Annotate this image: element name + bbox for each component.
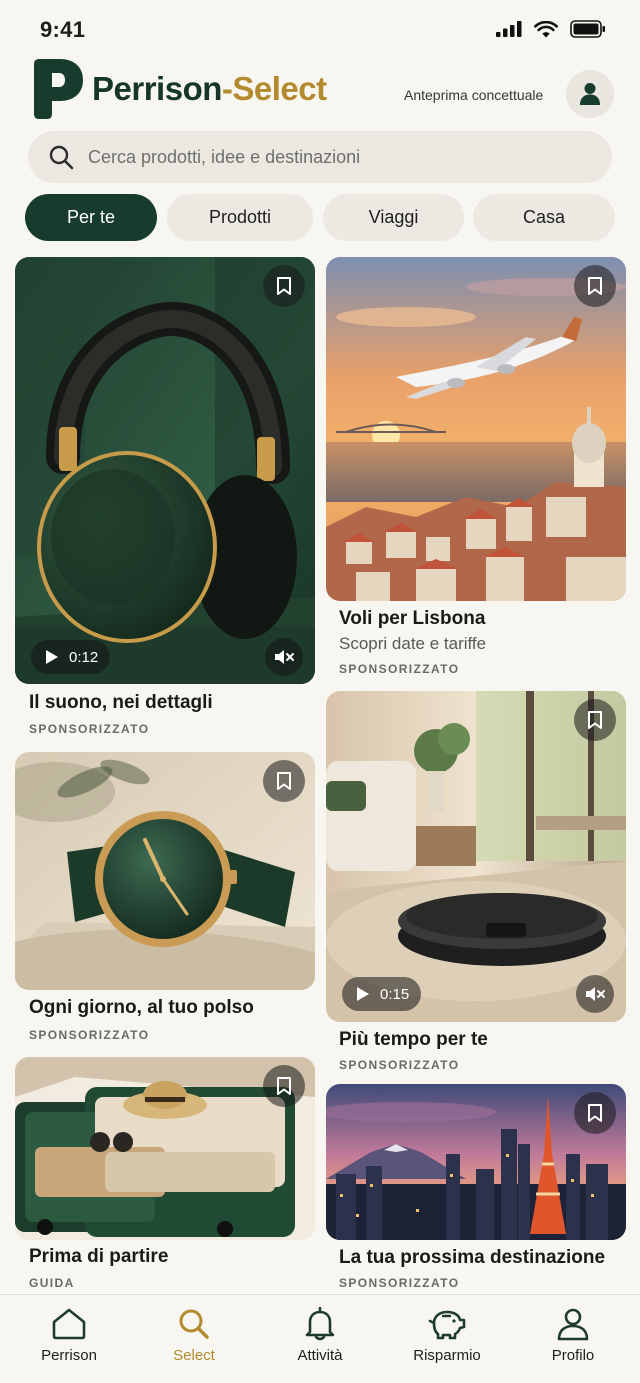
airplane-lisbon-image [326,257,626,601]
card-meta: GUIDA [29,1276,75,1290]
card-meta: SPONSORIZZATO [29,1028,150,1042]
video-duration: 0:15 [380,985,410,1003]
brand-suffix: -Select [221,70,327,107]
card-image-lisbon[interactable] [326,257,626,601]
search-bar[interactable] [28,131,612,183]
muted-speaker-icon [586,987,605,1001]
play-video-button[interactable]: 0:12 [31,640,111,674]
mute-button[interactable] [576,975,614,1013]
user-icon [580,83,600,105]
tab-per-te[interactable]: Per te [25,194,157,241]
status-time: 9:41 [40,17,86,42]
signal-icon [496,21,522,37]
nav-label: Select [173,1347,215,1364]
nav-item-attivita[interactable]: Attività [265,1307,375,1364]
card-title[interactable]: Voli per Lisbona [339,608,485,630]
brand-logo-icon [34,59,83,119]
muted-speaker-icon [275,650,294,664]
search-input[interactable] [88,146,568,168]
bookmark-icon [277,1077,291,1095]
nav-label: Perrison [41,1347,97,1364]
play-icon [357,987,369,1001]
search-icon [179,1309,209,1339]
card-image-watch[interactable] [15,752,315,990]
nav-item-perrison[interactable]: Perrison [14,1307,124,1364]
card-image-tokyo[interactable] [326,1084,626,1240]
status-bar: 9:41 [0,0,640,60]
search-icon [49,145,74,170]
tab-casa[interactable]: Casa [473,194,615,241]
bookmark-button[interactable] [574,265,616,307]
concept-preview-label: Anteprima concettuale [404,87,544,103]
bookmark-icon [277,772,291,790]
bookmark-button[interactable] [574,1092,616,1134]
bottom-navigation: Perrison Select Attività Risparmio Profi… [0,1294,640,1383]
bell-icon [305,1307,335,1341]
bookmark-icon [277,277,291,295]
card-title[interactable]: Prima di partire [29,1246,168,1268]
headphones-image [15,257,315,684]
card-image-robot-vacuum[interactable]: 0:15 [326,691,626,1022]
card-title[interactable]: La tua prossima destinazione [339,1247,605,1269]
card-meta: SPONSORIZZATO [339,1058,460,1072]
bookmark-icon [588,711,602,729]
piggy-bank-icon [428,1310,466,1340]
card-subtitle: Scopri date e tariffe [339,634,487,653]
mute-button[interactable] [265,638,303,676]
bookmark-icon [588,1104,602,1122]
user-icon [557,1308,589,1341]
bookmark-icon [588,277,602,295]
brand-wordmark: Perrison-Select [92,70,327,108]
status-icons [496,20,606,38]
card-title[interactable]: Più tempo per te [339,1029,488,1051]
play-video-button[interactable]: 0:15 [342,977,422,1011]
nav-item-profilo[interactable]: Profilo [518,1307,628,1364]
card-meta: SPONSORIZZATO [339,662,460,676]
bookmark-button[interactable] [574,699,616,741]
tab-viaggi[interactable]: Viaggi [323,194,464,241]
nav-label: Profilo [551,1347,595,1364]
bookmark-button[interactable] [263,760,305,802]
nav-item-select[interactable]: Select [139,1307,249,1364]
nav-item-risparmio[interactable]: Risparmio [392,1307,502,1364]
card-image-suitcase[interactable] [15,1057,315,1240]
card-title[interactable]: Il suono, nei dettagli [29,692,213,714]
wifi-icon [534,20,558,37]
nav-label: Attività [297,1347,343,1364]
nav-label: Risparmio [413,1347,481,1364]
card-title[interactable]: Ogni giorno, al tuo polso [29,997,254,1019]
play-icon [46,650,58,664]
bookmark-button[interactable] [263,265,305,307]
robot-vacuum-image [326,691,626,1022]
brand-name: Perrison [92,70,222,107]
battery-icon [570,20,605,38]
card-image-headphones[interactable]: 0:12 [15,257,315,684]
tab-prodotti[interactable]: Prodotti [167,194,313,241]
card-meta: SPONSORIZZATO [339,1276,460,1290]
video-duration: 0:12 [69,648,99,666]
home-icon [52,1308,86,1340]
card-meta: SPONSORIZZATO [29,722,150,736]
profile-button[interactable] [566,70,614,118]
bookmark-button[interactable] [263,1065,305,1107]
